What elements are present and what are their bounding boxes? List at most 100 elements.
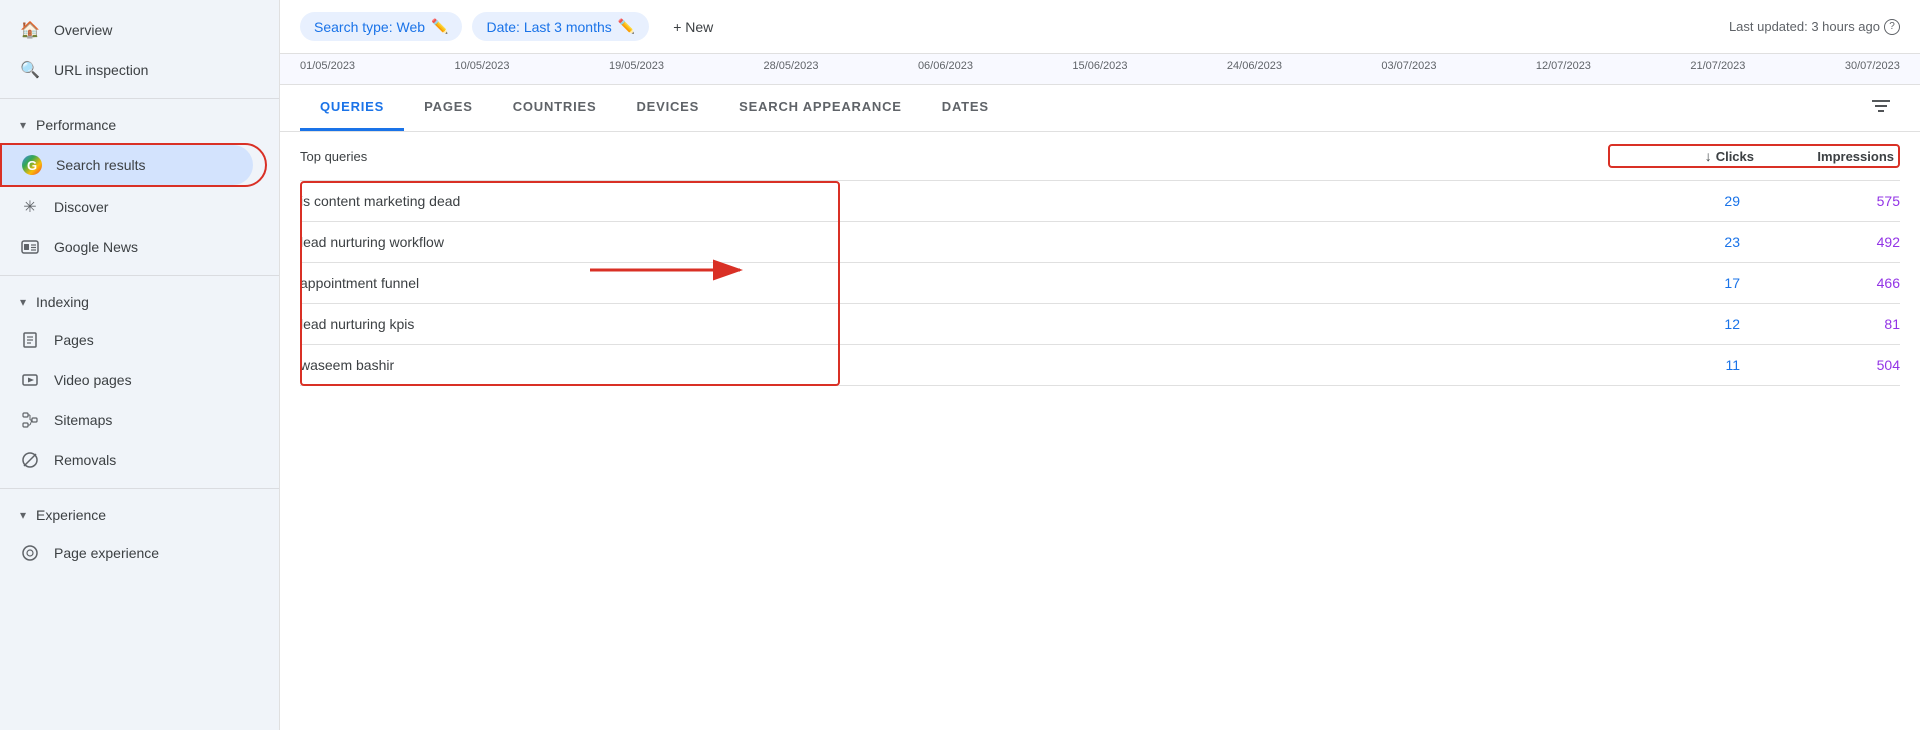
date-8: 12/07/2023 — [1536, 60, 1591, 72]
search-icon: 🔍 — [20, 60, 40, 80]
sidebar-section-performance[interactable]: ▾ Performance — [0, 107, 279, 143]
clicks-value-3: 12 — [1724, 316, 1740, 332]
date-3: 28/05/2023 — [763, 60, 818, 72]
sidebar-item-page-experience[interactable]: Page experience — [0, 533, 267, 573]
impressions-header[interactable]: Impressions — [1754, 149, 1894, 164]
divider-3 — [0, 488, 279, 489]
edit-icon-2: ✏️ — [618, 18, 635, 35]
sidebar-search-results-wrapper: G Search results — [0, 143, 267, 187]
tab-queries[interactable]: QUERIES — [300, 85, 404, 131]
table-row: lead nurturing kpis 12 81 — [300, 304, 1900, 345]
chevron-down-icon-2: ▾ — [20, 295, 26, 309]
tab-search-appearance[interactable]: SEARCH APPEARANCE — [719, 85, 922, 131]
chevron-down-icon: ▾ — [20, 118, 26, 132]
tabs-container: QUERIES PAGES COUNTRIES DEVICES SEARCH A… — [280, 85, 1920, 132]
home-icon: 🏠 — [20, 20, 40, 40]
sidebar-item-discover-label: Discover — [54, 199, 108, 215]
sidebar-item-url-inspection[interactable]: 🔍 URL inspection — [0, 50, 267, 90]
table-area: Top queries ↓ Clicks Impressions — [280, 132, 1920, 730]
sidebar-indexing-label: Indexing — [36, 294, 89, 310]
sidebar: 🏠 Overview 🔍 URL inspection ▾ Performanc… — [0, 0, 280, 730]
new-button[interactable]: + New — [659, 13, 727, 41]
table-row: lead nurturing workflow 23 492 — [300, 222, 1900, 263]
sidebar-experience-label: Experience — [36, 507, 106, 523]
tab-devices-label: DEVICES — [636, 99, 699, 114]
sitemaps-icon — [20, 410, 40, 430]
timeline-dates: 01/05/2023 10/05/2023 19/05/2023 28/05/2… — [300, 54, 1900, 76]
edit-icon-1: ✏️ — [431, 18, 448, 35]
sidebar-item-search-results-label: Search results — [56, 157, 145, 173]
tab-countries-label: COUNTRIES — [513, 99, 597, 114]
sidebar-item-page-experience-label: Page experience — [54, 545, 159, 561]
cell-query-3: lead nurturing kpis — [300, 316, 1580, 332]
cell-clicks-0: 29 — [1580, 193, 1740, 209]
chevron-down-icon-3: ▾ — [20, 508, 26, 522]
cell-clicks-3: 12 — [1580, 316, 1740, 332]
tab-dates[interactable]: DATES — [922, 85, 1009, 131]
sidebar-section-indexing[interactable]: ▾ Indexing — [0, 284, 279, 320]
clicks-value-2: 17 — [1724, 275, 1740, 291]
tab-devices[interactable]: DEVICES — [616, 85, 719, 131]
sidebar-item-discover[interactable]: ✳ Discover — [0, 187, 267, 227]
cell-impressions-1: 492 — [1740, 234, 1900, 250]
date-4: 06/06/2023 — [918, 60, 973, 72]
clicks-impressions-header: ↓ Clicks Impressions — [1608, 144, 1900, 168]
date-1: 10/05/2023 — [454, 60, 509, 72]
cell-impressions-4: 504 — [1740, 357, 1900, 373]
sidebar-item-video-pages[interactable]: Video pages — [0, 360, 267, 400]
query-text-3: lead nurturing kpis — [300, 316, 414, 332]
sidebar-item-overview-label: Overview — [54, 22, 112, 38]
sidebar-item-google-news[interactable]: Google News — [0, 227, 267, 267]
sidebar-item-removals[interactable]: Removals — [0, 440, 267, 480]
discover-icon: ✳ — [20, 197, 40, 217]
toolbar: Search type: Web ✏️ Date: Last 3 months … — [280, 0, 1920, 54]
impressions-value-2: 466 — [1877, 275, 1900, 291]
clicks-impressions-red-border: ↓ Clicks Impressions — [1608, 144, 1900, 168]
date-7: 03/07/2023 — [1381, 60, 1436, 72]
tab-countries[interactable]: COUNTRIES — [493, 85, 617, 131]
query-text-2: appointment funnel — [300, 275, 419, 291]
impressions-value-1: 492 — [1877, 234, 1900, 250]
cell-query-0: is content marketing dead — [300, 193, 1580, 209]
date-5: 15/06/2023 — [1072, 60, 1127, 72]
clicks-header-label: Clicks — [1716, 149, 1754, 164]
video-icon — [20, 370, 40, 390]
divider-1 — [0, 98, 279, 99]
table-row: appointment funnel 17 466 — [300, 263, 1900, 304]
sidebar-section-experience[interactable]: ▾ Experience — [0, 497, 279, 533]
cell-clicks-1: 23 — [1580, 234, 1740, 250]
tab-dates-label: DATES — [942, 99, 989, 114]
cell-clicks-2: 17 — [1580, 275, 1740, 291]
clicks-value-4: 11 — [1725, 357, 1740, 373]
top-queries-text: Top queries — [300, 149, 367, 164]
news-icon — [20, 237, 40, 257]
sidebar-item-removals-label: Removals — [54, 452, 116, 468]
cell-query-2: appointment funnel — [300, 275, 1580, 291]
sidebar-item-sitemaps[interactable]: Sitemaps — [0, 400, 267, 440]
last-updated-label: Last updated: 3 hours ago — [1729, 19, 1880, 34]
query-text-0: is content marketing dead — [300, 193, 460, 209]
tab-queries-label: QUERIES — [320, 99, 384, 114]
tab-search-appearance-label: SEARCH APPEARANCE — [739, 99, 902, 114]
table-row: waseem bashir 11 504 — [300, 345, 1900, 386]
impressions-header-label: Impressions — [1817, 149, 1894, 164]
impressions-value-0: 575 — [1877, 193, 1900, 209]
table-rows-container: is content marketing dead 29 575 lead nu… — [300, 181, 1900, 386]
search-type-chip[interactable]: Search type: Web ✏️ — [300, 12, 462, 41]
sidebar-item-overview[interactable]: 🏠 Overview — [0, 10, 267, 50]
date-label: Date: Last 3 months — [486, 19, 611, 35]
cell-query-1: lead nurturing workflow — [300, 234, 1580, 250]
sidebar-item-pages[interactable]: Pages — [0, 320, 267, 360]
impressions-value-4: 504 — [1877, 357, 1900, 373]
tab-pages[interactable]: PAGES — [404, 85, 493, 131]
sidebar-item-google-news-label: Google News — [54, 239, 138, 255]
query-text-4: waseem bashir — [300, 357, 394, 373]
clicks-header[interactable]: ↓ Clicks — [1614, 148, 1754, 164]
date-chip[interactable]: Date: Last 3 months ✏️ — [472, 12, 649, 41]
filter-button[interactable] — [1862, 89, 1900, 128]
cell-clicks-4: 11 — [1580, 357, 1740, 373]
sidebar-item-sitemaps-label: Sitemaps — [54, 412, 112, 428]
new-button-label: + New — [673, 19, 713, 35]
sidebar-item-search-results[interactable]: G Search results — [2, 145, 253, 185]
tab-pages-label: PAGES — [424, 99, 473, 114]
